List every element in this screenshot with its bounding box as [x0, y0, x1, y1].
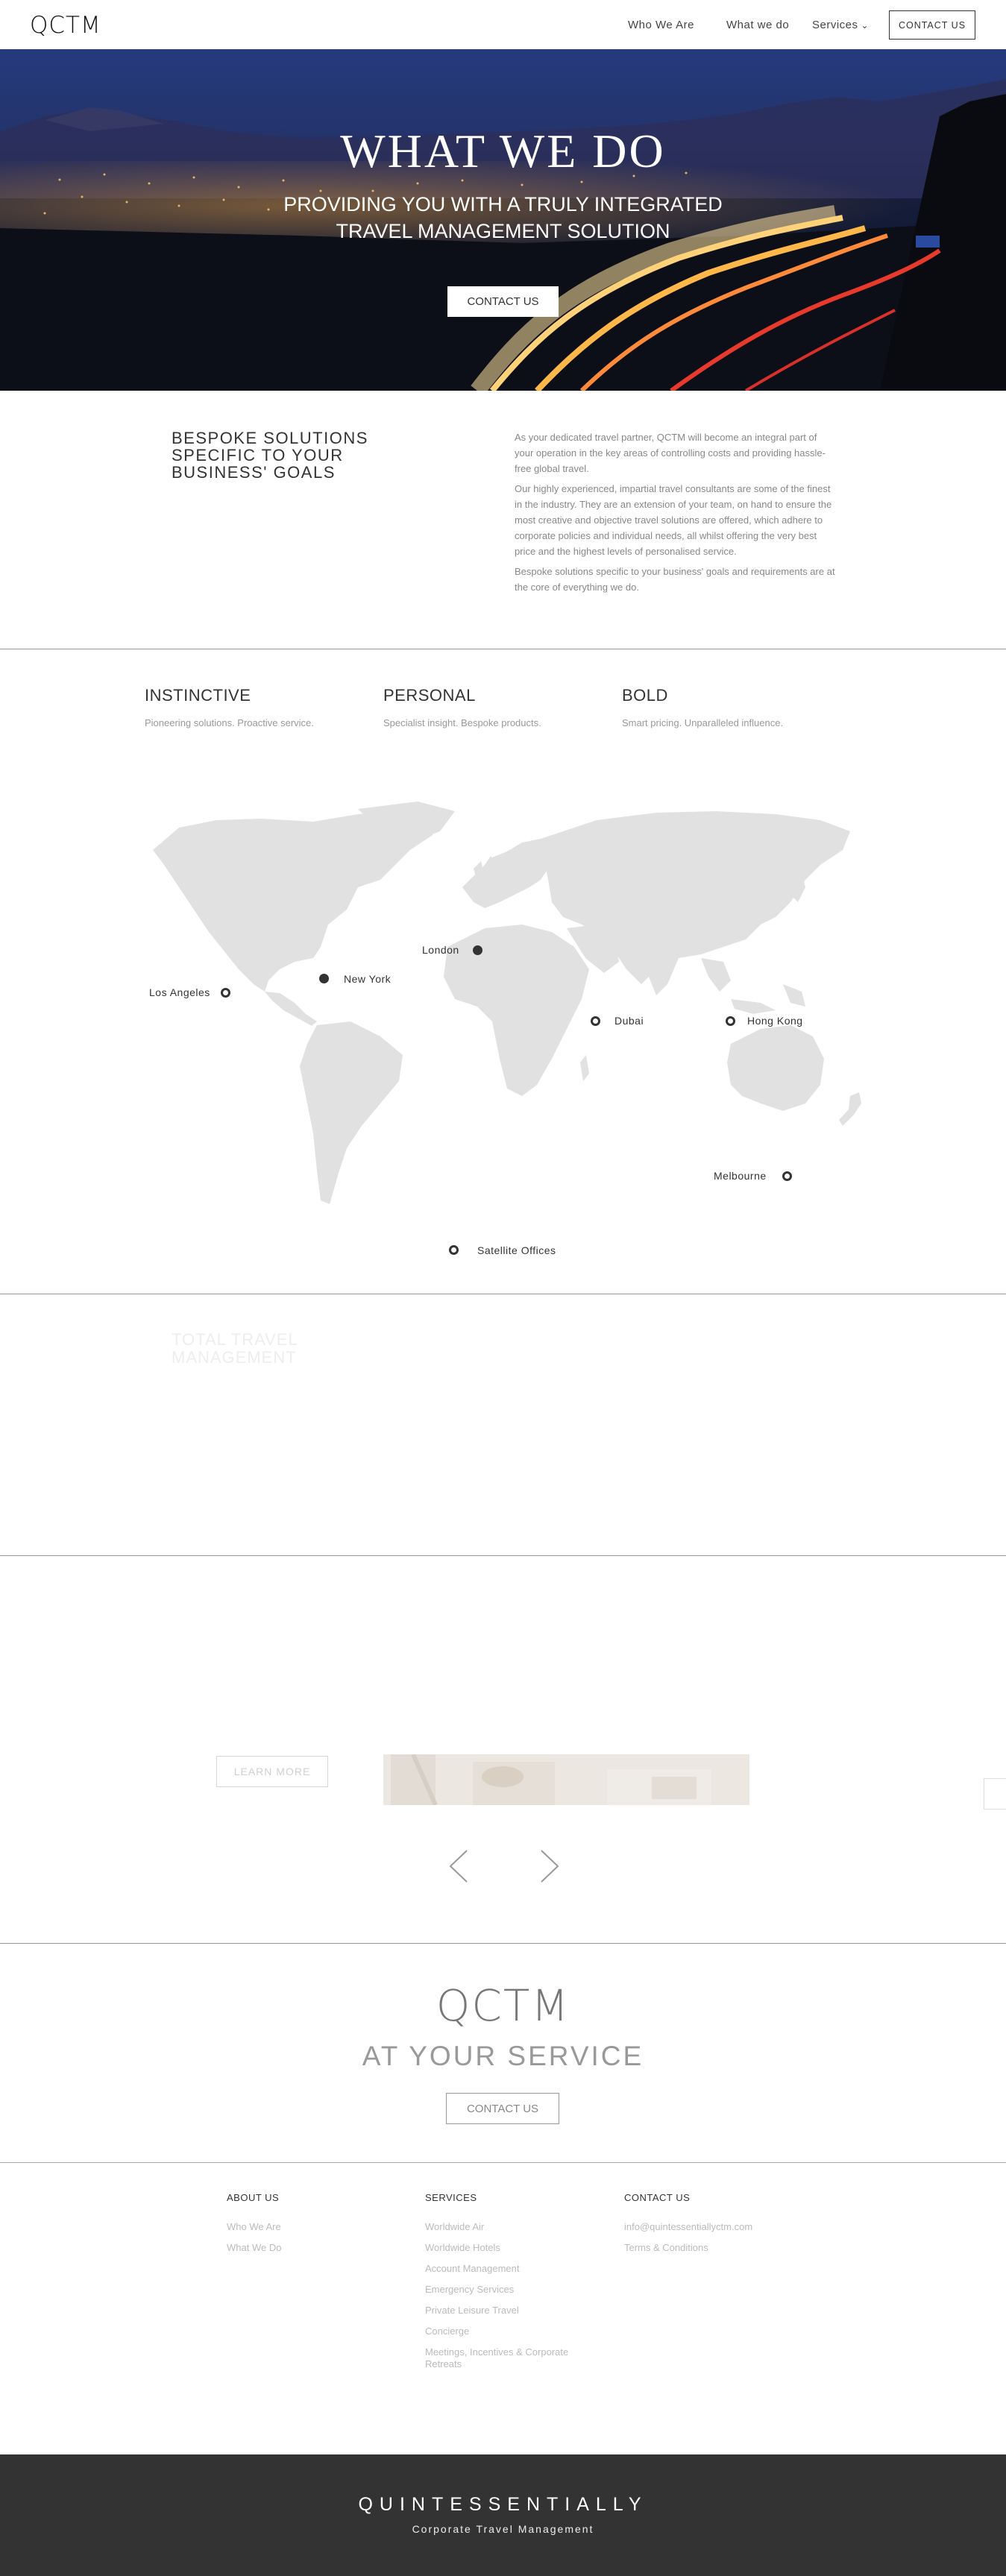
city-label-dubai: Dubai: [614, 1015, 644, 1027]
nav-who-we-are[interactable]: Who We Are: [628, 19, 694, 31]
nav-services[interactable]: Services ⌄: [812, 19, 869, 31]
footer-link[interactable]: Account Management: [425, 2263, 597, 2275]
city-label-hong-kong: Hong Kong: [747, 1015, 803, 1027]
nav-contact-button[interactable]: CONTACT US: [889, 10, 975, 40]
melbourne-office-pin[interactable]: [782, 1171, 792, 1181]
footer-link[interactable]: Emergency Services: [425, 2284, 597, 2296]
bespoke-title: BESPOKE SOLUTIONS SPECIFIC TO YOUR BUSIN…: [172, 429, 368, 482]
pillar-title: PERSONAL: [383, 686, 476, 705]
nav-services-label: Services: [812, 19, 858, 31]
bespoke-paragraph: Our highly experienced, impartial travel…: [515, 483, 832, 557]
city-label-melbourne: Melbourne: [714, 1170, 767, 1182]
pillar-text: Pioneering solutions. Proactive service.: [145, 717, 314, 728]
pillar-title: BOLD: [622, 686, 668, 705]
footer-contact-column: CONTACT US info@quintessentiallyctm.com …: [624, 2192, 796, 2263]
footer-link[interactable]: Who We Are: [227, 2221, 398, 2233]
nav-what-we-do[interactable]: What we do: [726, 19, 789, 31]
total-travel-line1: TOTAL TRAVEL: [172, 1330, 298, 1349]
footer-heading: SERVICES: [425, 2192, 477, 2203]
section-divider: [0, 2162, 1006, 2163]
cta-logo: QCTM: [436, 1980, 570, 2031]
pillar-title: INSTINCTIVE: [145, 686, 251, 705]
brand-tagline: Corporate Travel Management: [412, 2523, 594, 2535]
bespoke-paragraph: Bespoke solutions specific to your busin…: [515, 566, 835, 593]
pillar-text: Smart pricing. Unparalleled influence.: [622, 717, 784, 728]
pillar-instinctive: INSTINCTIVE Pioneering solutions. Proact…: [145, 686, 368, 728]
section-divider: [0, 1943, 1006, 1944]
qctm-logo[interactable]: QCTM: [30, 12, 101, 39]
map-legend-label: Satellite Offices: [477, 1244, 556, 1256]
footer-link[interactable]: Worldwide Air: [425, 2221, 597, 2233]
footer-services-column: SERVICES Worldwide Air Worldwide Hotels …: [425, 2192, 597, 2379]
dubai-office-pin[interactable]: [591, 1016, 600, 1026]
footer-about-column: ABOUT US Who We Are What We Do: [227, 2192, 398, 2263]
top-navigation: QCTM Who We Are What we do Services ⌄ CON…: [0, 0, 1006, 49]
hero-contact-button[interactable]: CONTACT US: [447, 286, 559, 317]
section-divider: [0, 1555, 1006, 1556]
total-travel-line2: MANAGEMENT: [172, 1348, 297, 1367]
world-map: [153, 802, 861, 1204]
footer-link[interactable]: Private Leisure Travel: [425, 2305, 597, 2317]
city-label-los-angeles: Los Angeles: [149, 986, 210, 998]
bespoke-paragraph: As your dedicated travel partner, QCTM w…: [515, 432, 826, 474]
city-label-new-york: New York: [344, 973, 392, 985]
pillar-bold: BOLD Smart pricing. Unparalleled influen…: [622, 686, 846, 728]
hero-subtitle-line1: PROVIDING YOU WITH A TRULY INTEGRATED: [283, 193, 723, 215]
slide-image-graphic: [383, 1754, 749, 1805]
hero-title: WHAT WE DO: [340, 125, 666, 177]
city-label-london: London: [422, 944, 459, 956]
chevron-left-icon[interactable]: [447, 1849, 470, 1883]
quintessentially-brand[interactable]: QUINTESSENTIALLY: [0, 2494, 1006, 2516]
london-office-pin[interactable]: [473, 945, 482, 955]
footer-heading: CONTACT US: [624, 2192, 691, 2203]
los-angeles-office-pin[interactable]: [221, 988, 230, 998]
learn-more-button[interactable]: LEARN MORE: [216, 1756, 328, 1787]
cta-contact-button[interactable]: CONTACT US: [446, 2093, 559, 2124]
footer-link[interactable]: What We Do: [227, 2242, 398, 2254]
bespoke-text: As your dedicated travel partner, QCTM w…: [515, 429, 835, 599]
bottom-brand-bar: QUINTESSENTIALLY Corporate Travel Manage…: [0, 2454, 1006, 2576]
hero-subtitle: PROVIDING YOU WITH A TRULY INTEGRATED TR…: [0, 191, 1006, 245]
next-slide-peek[interactable]: [984, 1778, 1006, 1810]
footer-link[interactable]: Meetings, Incentives & Corporate Retreat…: [425, 2346, 582, 2370]
hero-banner: WHAT WE DO PROVIDING YOU WITH A TRULY IN…: [0, 49, 1006, 391]
chevron-down-icon: ⌄: [861, 20, 870, 31]
hong-kong-office-pin[interactable]: [726, 1016, 735, 1026]
pillar-text: Specialist insight. Bespoke products.: [383, 717, 541, 728]
footer-terms-link[interactable]: Terms & Conditions: [624, 2242, 796, 2254]
new-york-office-pin[interactable]: [319, 974, 329, 983]
satellite-office-legend-icon: [449, 1245, 459, 1255]
pillar-personal: PERSONAL Specialist insight. Bespoke pro…: [383, 686, 607, 728]
slide-image: [383, 1754, 749, 1805]
hero-subtitle-line2: TRAVEL MANAGEMENT SOLUTION: [336, 220, 670, 242]
footer-link[interactable]: Concierge: [425, 2325, 597, 2337]
footer-email-link[interactable]: info@quintessentiallyctm.com: [624, 2221, 796, 2233]
cta-subtitle: AT YOUR SERVICE: [362, 2041, 644, 2071]
footer-heading: ABOUT US: [227, 2192, 280, 2203]
total-travel-heading: TOTAL TRAVEL MANAGEMENT: [172, 1331, 298, 1367]
footer-link[interactable]: Worldwide Hotels: [425, 2242, 597, 2254]
chevron-right-icon[interactable]: [538, 1849, 561, 1883]
